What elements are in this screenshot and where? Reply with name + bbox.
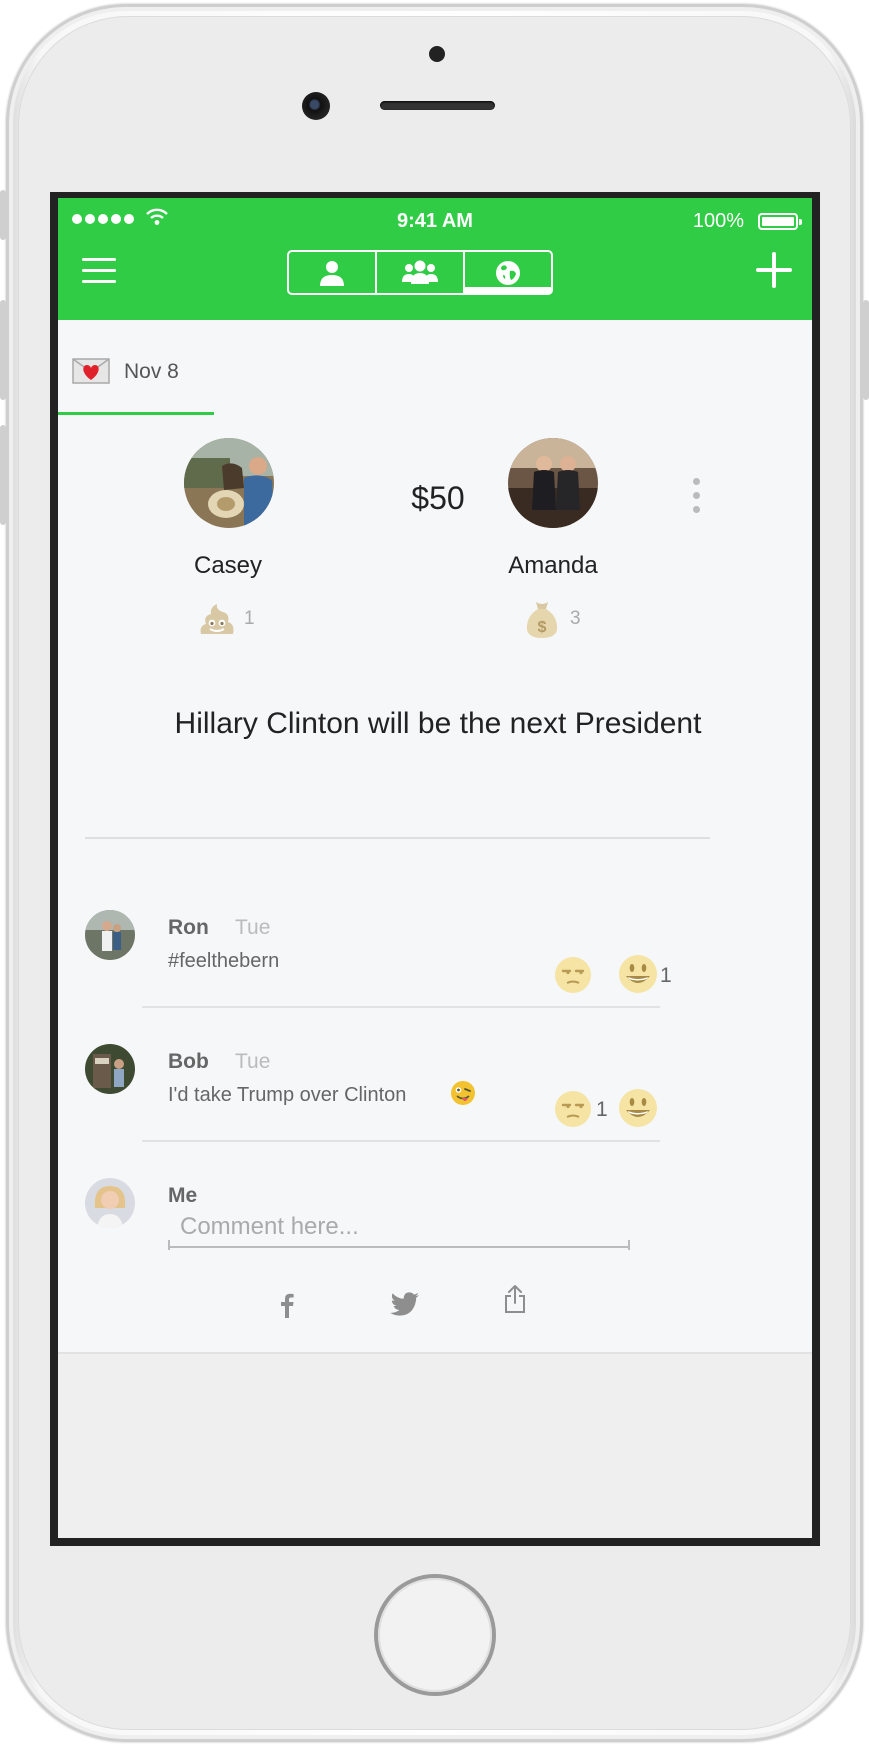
comment-text: #feelthebern <box>168 950 280 972</box>
app-screen: 9:41 AM 100% Nov 8 Casey $50 Amanda 1 $ … <box>58 198 812 1538</box>
unamused-count: 1 <box>596 1098 608 1121</box>
group-icon <box>402 260 438 284</box>
volume-up-button <box>0 300 6 400</box>
input-edge-left <box>168 1240 170 1250</box>
facebook-icon[interactable] <box>280 1292 294 1318</box>
more-options-icon[interactable] <box>690 478 700 514</box>
avatar-bob[interactable] <box>85 1044 135 1094</box>
globe-icon <box>496 260 520 285</box>
date-tab[interactable]: Nov 8 <box>58 320 214 416</box>
person-icon <box>320 260 344 286</box>
power-button <box>863 300 869 400</box>
front-camera <box>302 92 330 120</box>
bottom-panel <box>58 1352 812 1538</box>
unamused-emoji-icon[interactable] <box>554 956 592 994</box>
input-edge-right <box>628 1240 630 1250</box>
comment-author: Ron <box>168 916 209 939</box>
winking-tongue-emoji-icon <box>451 1081 475 1105</box>
home-button[interactable] <box>378 1578 492 1692</box>
tab-personal[interactable] <box>289 252 377 293</box>
date-label: Nov 8 <box>124 360 179 383</box>
tab-global[interactable] <box>465 252 551 293</box>
proximity-sensor <box>429 46 445 62</box>
love-letter-icon <box>72 358 110 384</box>
bettor-name-right: Amanda <box>508 552 598 579</box>
smiley-count: 1 <box>660 964 672 987</box>
unamused-emoji-icon[interactable] <box>554 1090 592 1128</box>
bet-amount: $50 <box>411 480 465 516</box>
section-divider <box>85 837 710 839</box>
tab-friends[interactable] <box>377 252 465 293</box>
feed-scope-control <box>287 250 553 295</box>
comment-time: Tue <box>235 1050 271 1073</box>
share-icon[interactable] <box>504 1284 526 1314</box>
status-bar: 9:41 AM 100% <box>58 198 812 242</box>
money-bag-emoji-icon[interactable]: $ <box>524 598 560 640</box>
comment-time: Tue <box>235 916 271 939</box>
left-reaction-count: 1 <box>244 608 255 629</box>
active-tab-indicator <box>58 412 214 415</box>
right-reaction-count: 3 <box>570 608 581 629</box>
twitter-icon[interactable] <box>390 1292 420 1316</box>
svg-text:$: $ <box>538 619 547 636</box>
mute-switch <box>0 190 6 240</box>
comment-text: I'd take Trump over Clinton <box>168 1084 407 1106</box>
comment-author: Bob <box>168 1050 209 1073</box>
avatar-me[interactable] <box>85 1178 135 1228</box>
smiley-emoji-icon[interactable] <box>618 1088 658 1128</box>
app-header: 9:41 AM 100% <box>58 198 812 320</box>
comment-input[interactable] <box>168 1208 630 1248</box>
comment-separator <box>142 1006 660 1008</box>
battery-percent: 100% <box>692 210 744 232</box>
earpiece-speaker <box>380 101 495 110</box>
avatar-ron[interactable] <box>85 910 135 960</box>
smiley-emoji-icon[interactable] <box>618 954 658 994</box>
battery-icon <box>758 213 802 230</box>
screen-bezel: 9:41 AM 100% Nov 8 Casey $50 Amanda 1 $ … <box>50 192 820 1546</box>
avatar-amanda[interactable] <box>508 438 598 528</box>
bet-question: Hillary Clinton will be the next Preside… <box>174 707 702 740</box>
volume-down-button <box>0 425 6 525</box>
comment-separator <box>142 1140 660 1142</box>
menu-icon[interactable] <box>82 256 118 286</box>
composer-author: Me <box>168 1184 198 1207</box>
avatar-casey[interactable] <box>184 438 274 528</box>
poop-emoji-icon[interactable] <box>198 600 236 638</box>
bettor-name-left: Casey <box>193 552 263 579</box>
add-bet-button[interactable] <box>756 252 792 288</box>
